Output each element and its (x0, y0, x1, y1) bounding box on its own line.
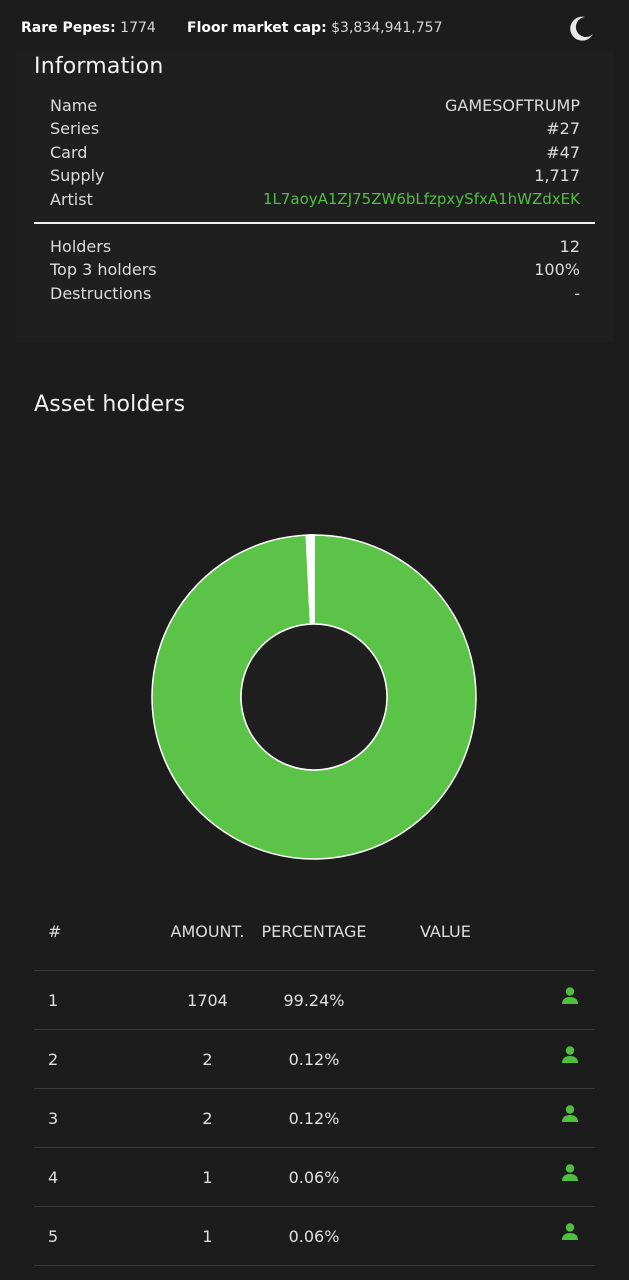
info-row-card: Card #47 (50, 143, 580, 167)
info-row-artist: Artist 1L7aoyA1ZJ75ZW6bLfzpxySfxA1hWZdxE… (50, 190, 580, 214)
info-label: Supply (50, 166, 105, 185)
floor-cap-label: Floor market cap: (187, 20, 327, 36)
row-amount: 1704 (187, 991, 228, 1010)
info-row-series: Series #27 (50, 119, 580, 143)
row-divider (34, 1088, 595, 1089)
row-percentage: 99.24% (283, 991, 345, 1010)
table-bottom-border (0, 1265, 629, 1267)
col-value-header: VALUE (420, 922, 471, 941)
floor-market-cap-stat: Floor market cap: $3,834,941,757 (187, 20, 442, 36)
info-value: #27 (546, 119, 580, 138)
row-divider (34, 1147, 595, 1148)
info-label: Card (50, 143, 88, 162)
row-divider (34, 1206, 595, 1207)
row-percentage: 0.12% (288, 1109, 340, 1128)
donut-svg (151, 534, 477, 860)
user-icon[interactable] (561, 1104, 579, 1124)
asset-holders-title: Asset holders (34, 392, 186, 417)
info-row-destructions: Destructions - (50, 284, 580, 308)
table-row[interactable]: 2 2 0.12% (0, 1029, 629, 1088)
user-icon[interactable] (561, 1045, 579, 1065)
info-value: GAMESOFTRUMP (445, 96, 580, 115)
row-rank: 1 (48, 991, 59, 1010)
row-percentage: 0.06% (288, 1227, 340, 1246)
donut-hole (240, 623, 388, 771)
table-row[interactable]: 3 2 0.12% (0, 1088, 629, 1147)
user-icon[interactable] (561, 1163, 579, 1183)
row-rank: 5 (48, 1227, 59, 1246)
info-label: Top 3 holders (50, 260, 157, 279)
row-amount: 1 (202, 1227, 213, 1246)
row-divider (34, 1029, 595, 1030)
info-row-top3: Top 3 holders 100% (50, 260, 580, 284)
artist-address-link[interactable]: 1L7aoyA1ZJ75ZW6bLfzpxySfxA1hWZdxEK (263, 190, 580, 208)
info-label: Name (50, 96, 98, 115)
table-row[interactable]: 1 1704 99.24% (0, 970, 629, 1029)
table-row[interactable]: 5 1 0.06% (0, 1206, 629, 1265)
col-percentage-header: PERCENTAGE (261, 922, 367, 941)
user-icon[interactable] (561, 1222, 579, 1242)
rare-pepes-value: 1774 (120, 20, 156, 36)
row-percentage: 0.06% (288, 1168, 340, 1187)
row-rank: 4 (48, 1168, 59, 1187)
user-icon[interactable] (561, 986, 579, 1006)
col-rank-header: # (48, 922, 62, 941)
info-row-holders: Holders 12 (50, 237, 580, 261)
row-amount: 2 (202, 1109, 213, 1128)
info-value: 12 (559, 237, 580, 256)
floor-cap-value: $3,834,941,757 (331, 20, 443, 36)
info-row-name: Name GAMESOFTRUMP (50, 96, 580, 120)
moon-icon[interactable] (566, 14, 596, 44)
col-amount-header: AMOUNT. (170, 922, 245, 941)
rare-pepes-stat: Rare Pepes: 1774 (21, 20, 156, 36)
row-amount: 2 (202, 1050, 213, 1069)
info-divider (34, 222, 595, 224)
table-row[interactable]: 4 1 0.06% (0, 1147, 629, 1206)
info-label: Artist (50, 190, 93, 209)
row-divider (34, 970, 595, 971)
info-label: Series (50, 119, 100, 138)
info-label: Destructions (50, 284, 152, 303)
rare-pepes-label: Rare Pepes: (21, 20, 116, 36)
holders-table-header: # AMOUNT. PERCENTAGE VALUE (0, 922, 629, 946)
row-rank: 2 (48, 1050, 59, 1069)
info-row-supply: Supply 1,717 (50, 166, 580, 190)
info-value: - (574, 284, 580, 303)
info-value: #47 (546, 143, 580, 162)
donut-slice[interactable] (312, 534, 315, 625)
information-title: Information (34, 54, 164, 79)
row-rank: 3 (48, 1109, 59, 1128)
row-divider (34, 1265, 595, 1266)
top-bar: Rare Pepes: 1774 Floor market cap: $3,83… (0, 0, 629, 58)
holders-donut-chart (150, 533, 478, 861)
info-value: 1,717 (534, 166, 580, 185)
info-label: Holders (50, 237, 112, 256)
row-amount: 1 (202, 1168, 213, 1187)
row-percentage: 0.12% (288, 1050, 340, 1069)
info-value: 100% (534, 260, 580, 279)
